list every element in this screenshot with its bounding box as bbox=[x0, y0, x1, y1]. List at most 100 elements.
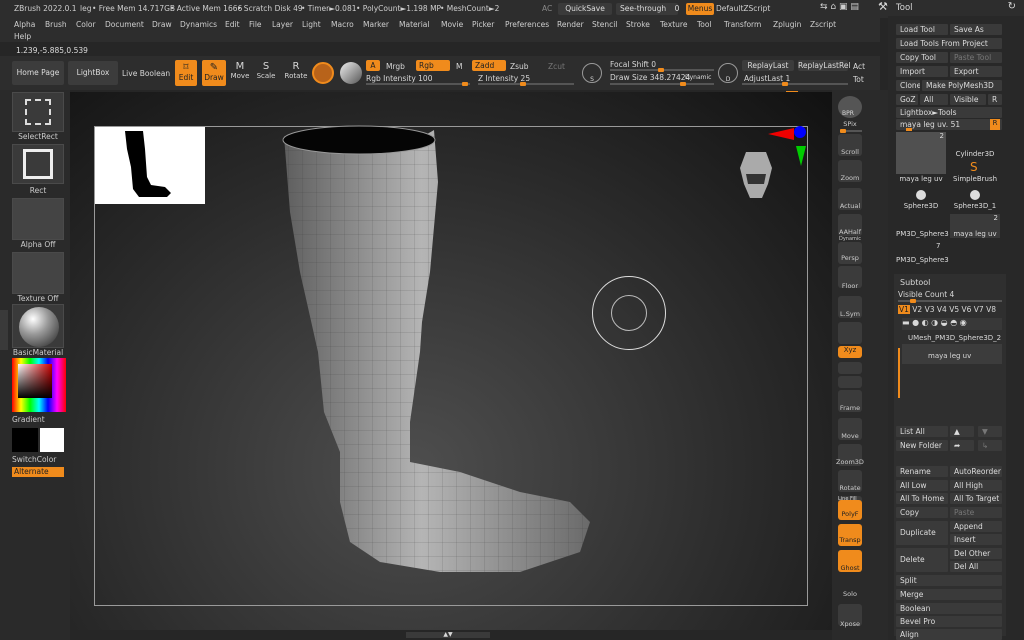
arrow-left-icon[interactable]: ↳ bbox=[978, 440, 1002, 451]
scale-button[interactable]: S Scale bbox=[255, 61, 277, 80]
menu-transform[interactable]: Transform bbox=[724, 20, 761, 29]
zsub-button[interactable]: Zsub bbox=[510, 62, 529, 71]
version-v3[interactable]: V3 bbox=[925, 305, 935, 314]
all-high-button[interactable]: All High bbox=[950, 480, 1002, 491]
rotate-y-icon[interactable] bbox=[838, 362, 862, 374]
menu-alpha[interactable]: Alpha bbox=[14, 20, 35, 29]
left-tray-toggle[interactable] bbox=[0, 310, 8, 350]
menu-zscript[interactable]: Zscript bbox=[810, 20, 836, 29]
auto-reorder-button[interactable]: AutoReorder bbox=[950, 466, 1002, 477]
spix-slider[interactable] bbox=[840, 129, 862, 133]
rotate-button[interactable]: R Rotate bbox=[283, 61, 309, 80]
lightbox-tools-button[interactable]: Lightbox►Tools bbox=[896, 107, 1002, 118]
arrow-right-icon[interactable]: ➦ bbox=[950, 440, 974, 451]
zadd-button[interactable]: Zadd bbox=[472, 60, 506, 71]
switch-color-button[interactable]: SwitchColor bbox=[12, 455, 64, 464]
subtool-title[interactable]: Subtool bbox=[900, 278, 930, 287]
color-square[interactable] bbox=[18, 364, 52, 398]
draw-size-slider[interactable] bbox=[610, 82, 714, 86]
menu-stroke[interactable]: Stroke bbox=[626, 20, 650, 29]
save-as-button[interactable]: Save As bbox=[950, 24, 1002, 35]
menu-draw[interactable]: Draw bbox=[152, 20, 172, 29]
all-to-target-button[interactable]: All To Target bbox=[950, 493, 1002, 504]
alternate-button[interactable]: Alternate bbox=[12, 467, 64, 477]
move-down-arrow-icon[interactable]: ▼ bbox=[978, 426, 1002, 437]
delete-button[interactable]: Delete bbox=[896, 548, 948, 572]
del-all-button[interactable]: Del All bbox=[950, 561, 1002, 572]
secondary-color-swatch[interactable] bbox=[40, 428, 64, 452]
menu-help[interactable]: Help bbox=[14, 32, 31, 41]
focal-shift-slider[interactable] bbox=[610, 68, 714, 72]
simplebrush-icon[interactable]: S bbox=[970, 160, 978, 174]
load-tool-button[interactable]: Load Tool bbox=[896, 24, 948, 35]
menu-picker[interactable]: Picker bbox=[472, 20, 494, 29]
quicksave-button[interactable]: QuickSave bbox=[558, 3, 612, 15]
insert-button[interactable]: Insert bbox=[950, 534, 1002, 545]
edit-button[interactable]: ⌑ Edit bbox=[175, 60, 197, 86]
tool-r-button[interactable]: R bbox=[990, 119, 1000, 130]
replay-last-rel-button[interactable]: ReplayLastRel bbox=[798, 60, 851, 71]
menu-render[interactable]: Render bbox=[557, 20, 584, 29]
dynamic-icon[interactable]: D bbox=[718, 63, 738, 83]
copy-tool-button[interactable]: Copy Tool bbox=[896, 52, 948, 63]
version-v1[interactable]: V1 bbox=[898, 305, 910, 314]
menu-light[interactable]: Light bbox=[302, 20, 321, 29]
ac-label[interactable]: AC bbox=[542, 4, 552, 13]
load-tools-from-project-button[interactable]: Load Tools From Project bbox=[896, 38, 1002, 49]
all-to-home-button[interactable]: All To Home bbox=[896, 493, 948, 504]
menu-document[interactable]: Document bbox=[105, 20, 144, 29]
menu-tool[interactable]: Tool bbox=[697, 20, 712, 29]
subtool-row-icons[interactable]: ▬ ● ◐ ◑ ◒ ◓ ◉ bbox=[902, 318, 1002, 330]
brush-icon[interactable] bbox=[312, 62, 334, 84]
bottom-tray-toggle[interactable]: ▲▼ bbox=[406, 632, 490, 638]
visible-count-slider[interactable] bbox=[898, 299, 1002, 303]
goz-visible-button[interactable]: Visible bbox=[950, 94, 986, 105]
boolean-button[interactable]: Boolean bbox=[896, 603, 1002, 614]
move-button[interactable]: M Move bbox=[229, 61, 251, 80]
subtool-item-umesh[interactable]: UMesh_PM3D_Sphere3D_2 bbox=[908, 334, 1001, 342]
m-button[interactable]: M bbox=[456, 62, 462, 71]
menu-dynamics[interactable]: Dynamics bbox=[180, 20, 217, 29]
merge-button[interactable]: Merge bbox=[896, 589, 1002, 600]
main-color-swatch[interactable] bbox=[12, 428, 38, 452]
import-button[interactable]: Import bbox=[896, 66, 948, 77]
lock-icon[interactable] bbox=[838, 322, 862, 344]
version-v2[interactable]: V2 bbox=[912, 305, 922, 314]
version-v7[interactable]: V7 bbox=[974, 305, 984, 314]
copy-subtool-button[interactable]: Copy bbox=[896, 507, 948, 518]
material-icon[interactable] bbox=[340, 62, 362, 84]
layout-icons[interactable]: ⇆ ⌂ ▣ ▤ bbox=[820, 2, 859, 12]
move-up-arrow-icon[interactable]: ▲ bbox=[950, 426, 974, 437]
refresh-icon[interactable]: ↻ bbox=[1008, 1, 1016, 12]
menu-zplugin[interactable]: Zplugin bbox=[773, 20, 801, 29]
menu-preferences[interactable]: Preferences bbox=[505, 20, 549, 29]
alpha-button[interactable] bbox=[12, 198, 64, 240]
subtool-scrollbar[interactable] bbox=[898, 348, 900, 398]
clone-button[interactable]: Clone bbox=[896, 80, 920, 91]
xyz-button[interactable]: Xyz bbox=[838, 346, 862, 358]
menu-stencil[interactable]: Stencil bbox=[592, 20, 617, 29]
material-button[interactable] bbox=[12, 304, 64, 348]
color-picker[interactable] bbox=[12, 358, 66, 412]
draw-button[interactable]: ✎ Draw bbox=[202, 60, 226, 86]
tool-slider-handle[interactable] bbox=[906, 128, 912, 131]
axis-gizmo-icon[interactable] bbox=[764, 122, 812, 170]
rotate-z-icon[interactable] bbox=[838, 376, 862, 388]
a-button[interactable]: A bbox=[366, 60, 380, 71]
tool-thumb-maya-leg[interactable]: 2 bbox=[896, 132, 946, 174]
bevel-pro-button[interactable]: Bevel Pro bbox=[896, 616, 1002, 627]
menus-button[interactable]: Menus bbox=[686, 3, 714, 15]
menu-material[interactable]: Material bbox=[399, 20, 429, 29]
append-button[interactable]: Append bbox=[950, 521, 1002, 532]
sphere3d-icon[interactable] bbox=[916, 190, 926, 200]
export-button[interactable]: Export bbox=[950, 66, 1002, 77]
menu-layer[interactable]: Layer bbox=[272, 20, 293, 29]
dynamic-toggle[interactable]: Dynamic bbox=[685, 74, 711, 81]
select-rect-button[interactable] bbox=[12, 92, 64, 132]
default-zscript-button[interactable]: DefaultZScript bbox=[716, 4, 770, 13]
replay-last-button[interactable]: ReplayLast bbox=[742, 60, 794, 71]
duplicate-button[interactable]: Duplicate bbox=[896, 521, 948, 545]
see-through-slider[interactable]: See-through 0 bbox=[616, 3, 679, 15]
z-intensity-slider[interactable] bbox=[478, 82, 574, 86]
paste-subtool-button[interactable]: Paste bbox=[950, 507, 1002, 518]
